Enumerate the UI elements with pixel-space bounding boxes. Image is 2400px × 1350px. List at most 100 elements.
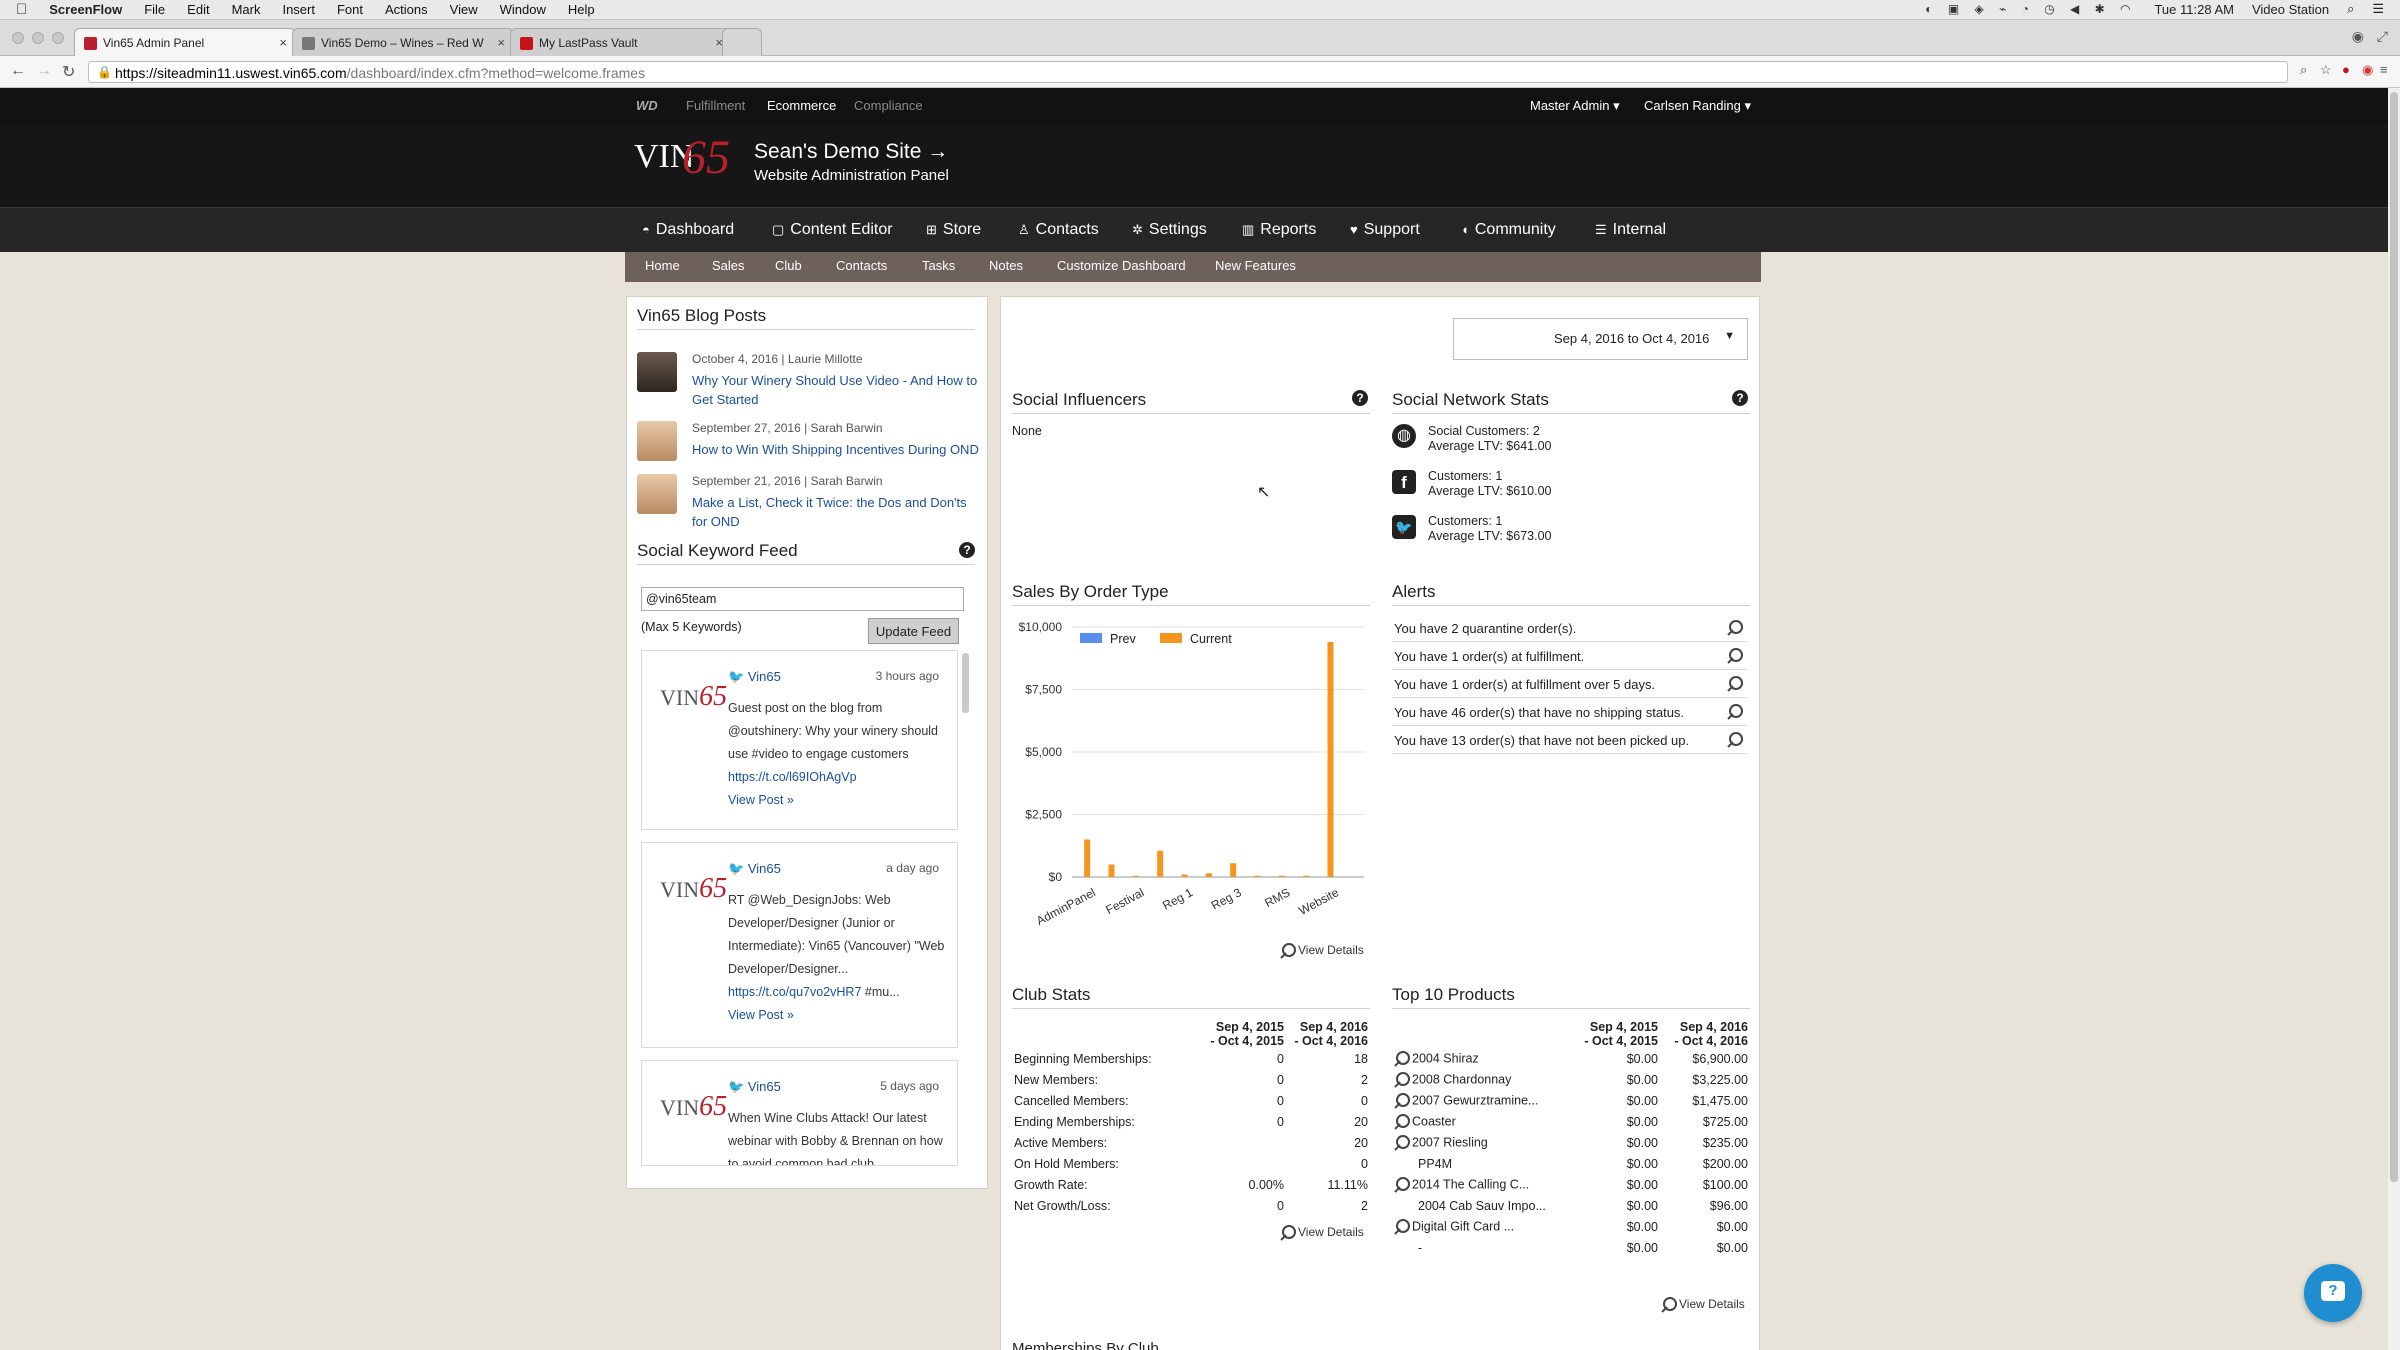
station-name[interactable]: Video Station (2252, 2, 2329, 17)
magnifier-icon[interactable] (1727, 676, 1743, 692)
forward-icon[interactable]: → (36, 62, 52, 80)
subnav-sales[interactable]: Sales (712, 258, 745, 273)
subnav-customize-dashboard[interactable]: Customize Dashboard (1057, 258, 1186, 273)
nav-content-editor[interactable]: ▢ Content Editor (772, 221, 893, 239)
alert-row[interactable]: You have 2 quarantine order(s). (1392, 614, 1747, 642)
winery-menu[interactable]: Carlsen Randing ▾ (1644, 98, 1751, 114)
product-row[interactable]: PP4M $0.00 $200.00 (1394, 1153, 1748, 1174)
date-range-select[interactable]: Sep 4, 2016 to Oct 4, 2016 ▼ (1453, 318, 1748, 360)
page-scrollbar[interactable] (2388, 88, 2400, 1350)
window-zoom-button[interactable] (52, 32, 64, 44)
magnifier-icon[interactable] (1394, 1113, 1410, 1130)
nav-store[interactable]: ⊞ Store (926, 221, 981, 239)
magnifier-icon[interactable] (1394, 1176, 1410, 1193)
subnav-compliance[interactable]: Compliance (854, 98, 923, 113)
menu-mark[interactable]: Mark (232, 2, 261, 17)
product-row[interactable]: 2014 The Calling C... $0.00 $100.00 (1394, 1174, 1748, 1195)
view-post-link[interactable]: View Post » (728, 793, 794, 807)
extension-icon-2[interactable]: ◉ (2362, 62, 2373, 78)
blog-post-link[interactable]: How to Win With Shipping Incentives Duri… (692, 440, 982, 459)
notification-icon[interactable]: ☰ (2372, 1, 2384, 17)
product-row[interactable]: - $0.00 $0.00 (1394, 1237, 1748, 1258)
close-icon[interactable]: × (279, 35, 287, 50)
product-row[interactable]: 2004 Cab Sauv Impo... $0.00 $96.00 (1394, 1195, 1748, 1216)
status-icons[interactable]: ◐ ▣ ◈ ⌁ ◔ ◷ ◀ ✱ ◠ (1925, 2, 2136, 16)
subnav-contacts[interactable]: Contacts (836, 258, 887, 273)
clock[interactable]: Tue 11:28 AM (2154, 2, 2234, 17)
nav-contacts[interactable]: ♙ Contacts (1018, 221, 1099, 239)
subnav-tasks[interactable]: Tasks (922, 258, 955, 273)
magnifier-icon[interactable] (1394, 1071, 1410, 1088)
profile-icon[interactable]: ◉ (2352, 28, 2364, 45)
app-menu[interactable]: ScreenFlow (49, 2, 122, 17)
subnav-club[interactable]: Club (775, 258, 802, 273)
nav-settings[interactable]: ✲ Settings (1132, 221, 1207, 239)
nav-dashboard[interactable]: ◓ Dashboard (642, 221, 734, 239)
subnav-new-features[interactable]: New Features (1215, 258, 1296, 273)
tab-vin65-admin[interactable]: Vin65 Admin Panel × (74, 28, 296, 56)
top10-view-details[interactable]: View Details (1661, 1297, 1745, 1313)
menu-file[interactable]: File (144, 2, 165, 17)
keyword-input[interactable]: @vin65team (641, 587, 964, 611)
nav-internal[interactable]: ☰ Internal (1595, 221, 1666, 239)
nav-support[interactable]: ♥ Support (1350, 221, 1420, 239)
window-close-button[interactable] (12, 32, 24, 44)
menu-window[interactable]: Window (500, 2, 546, 17)
menu-actions[interactable]: Actions (385, 2, 428, 17)
tab-vin65-demo[interactable]: Vin65 Demo – Wines – Red W × (292, 28, 514, 56)
reload-icon[interactable]: ↻ (62, 62, 75, 82)
window-minimize-button[interactable] (32, 32, 44, 44)
scroll-thumb[interactable] (2390, 92, 2398, 1182)
nav-community[interactable]: ◖ Community (1461, 221, 1556, 239)
magnifier-icon[interactable] (1727, 620, 1743, 636)
account-menu[interactable]: Master Admin ▾ (1530, 98, 1620, 114)
back-icon[interactable]: ← (10, 62, 26, 80)
tab-lastpass[interactable]: My LastPass Vault × (510, 28, 732, 56)
alert-row[interactable]: You have 46 order(s) that have no shippi… (1392, 698, 1747, 726)
help-icon[interactable]: ? (1352, 390, 1368, 406)
blog-post-link[interactable]: Why Your Winery Should Use Video - And H… (692, 371, 982, 409)
magnifier-icon[interactable] (1394, 1050, 1410, 1067)
subnav-ecommerce[interactable]: Ecommerce (767, 98, 836, 113)
magnifier-icon[interactable] (1394, 1134, 1410, 1151)
product-row[interactable]: 2008 Chardonnay $0.00 $3,225.00 (1394, 1069, 1748, 1090)
product-row[interactable]: 2007 Gewurztramine... $0.00 $1,475.00 (1394, 1090, 1748, 1111)
magnifier-icon[interactable] (1394, 1092, 1410, 1109)
sales-view-details[interactable]: View Details (1280, 943, 1364, 959)
menu-font[interactable]: Font (337, 2, 363, 17)
alert-row[interactable]: You have 13 order(s) that have not been … (1392, 726, 1747, 754)
menu-edit[interactable]: Edit (187, 2, 209, 17)
menu-insert[interactable]: Insert (282, 2, 315, 17)
feed-scrollbar[interactable] (962, 653, 969, 713)
product-row[interactable]: 2007 Riesling $0.00 $235.00 (1394, 1132, 1748, 1153)
tweet-link[interactable]: https://t.co/qu7vo2vHR7 (728, 985, 861, 999)
site-name-link[interactable]: Sean's Demo Site → (754, 140, 948, 164)
wd-brand[interactable]: WD (636, 98, 658, 113)
subnav-notes[interactable]: Notes (989, 258, 1023, 273)
alert-row[interactable]: You have 1 order(s) at fulfillment. (1392, 642, 1747, 670)
menu-help[interactable]: Help (568, 2, 595, 17)
chat-help-button[interactable]: ? (2304, 1264, 2362, 1322)
product-row[interactable]: Digital Gift Card ... $0.00 $0.00 (1394, 1216, 1748, 1237)
vin65-logo[interactable]: VIN 65 (634, 131, 730, 184)
subnav-home[interactable]: Home (645, 258, 680, 273)
help-icon[interactable]: ? (1732, 390, 1748, 406)
zoom-icon[interactable]: ⌕ (2300, 62, 2307, 78)
nav-reports[interactable]: ▥ Reports (1242, 221, 1316, 239)
fullscreen-icon[interactable]: ⤢ (2377, 28, 2388, 45)
url-input[interactable]: 🔒 https://siteadmin11.uswest.vin65.com/d… (88, 61, 2288, 83)
blog-post-link[interactable]: Make a List, Check it Twice: the Dos and… (692, 493, 982, 531)
alert-row[interactable]: You have 1 order(s) at fulfillment over … (1392, 670, 1747, 698)
magnifier-icon[interactable] (1727, 732, 1743, 748)
apple-icon[interactable]:  (16, 1, 27, 18)
product-row[interactable]: 2004 Shiraz $0.00 $6,900.00 (1394, 1048, 1748, 1069)
magnifier-icon[interactable] (1394, 1218, 1410, 1235)
club-view-details[interactable]: View Details (1280, 1225, 1364, 1241)
spotlight-icon[interactable]: ⌕ (2347, 1, 2354, 17)
close-icon[interactable]: × (497, 35, 505, 50)
subnav-fulfillment[interactable]: Fulfillment (686, 98, 745, 113)
help-icon[interactable]: ? (959, 542, 975, 558)
tweet-link[interactable]: https://t.co/l69IOhAgVp (728, 770, 857, 784)
menu-view[interactable]: View (450, 2, 478, 17)
new-tab-button[interactable] (722, 28, 762, 56)
